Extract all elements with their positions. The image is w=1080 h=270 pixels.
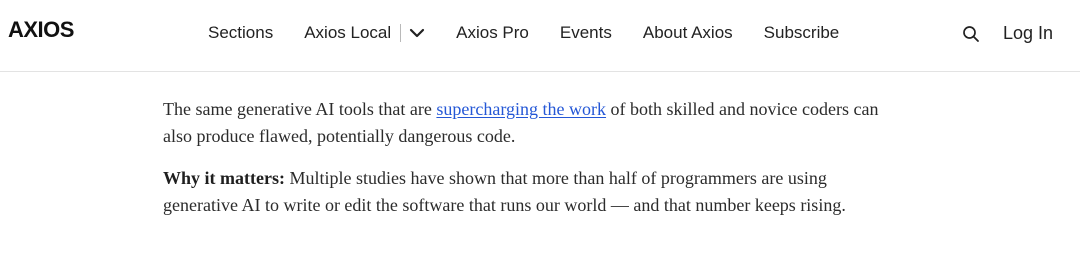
paragraph-intro: The same generative AI tools that are su… (163, 96, 883, 150)
paragraph-why-it-matters: Why it matters: Multiple studies have sh… (163, 165, 883, 219)
nav-sections[interactable]: Sections (208, 20, 273, 46)
intro-text-before-link: The same generative AI tools that are (163, 99, 437, 119)
login-link[interactable]: Log In (1003, 20, 1053, 46)
nav-about-axios[interactable]: About Axios (643, 20, 733, 46)
axios-logo[interactable]: AXIOS (8, 17, 74, 43)
nav-divider (400, 24, 402, 42)
nav-events[interactable]: Events (560, 20, 612, 46)
site-header: AXIOS Sections Axios Local Axios Pro Eve… (0, 0, 1080, 72)
nav-axios-pro[interactable]: Axios Pro (456, 20, 529, 46)
nav-subscribe[interactable]: Subscribe (764, 20, 840, 46)
article-body: The same generative AI tools that are su… (163, 96, 883, 219)
main-nav: Sections Axios Local Axios Pro Events Ab… (208, 20, 839, 46)
why-it-matters-label: Why it matters: (163, 168, 285, 188)
supercharging-link[interactable]: supercharging the work (436, 99, 606, 119)
nav-axios-local[interactable]: Axios Local (304, 20, 391, 46)
chevron-down-icon[interactable] (409, 25, 425, 41)
search-icon[interactable] (962, 25, 980, 43)
nav-axios-local-group: Axios Local (304, 20, 425, 46)
